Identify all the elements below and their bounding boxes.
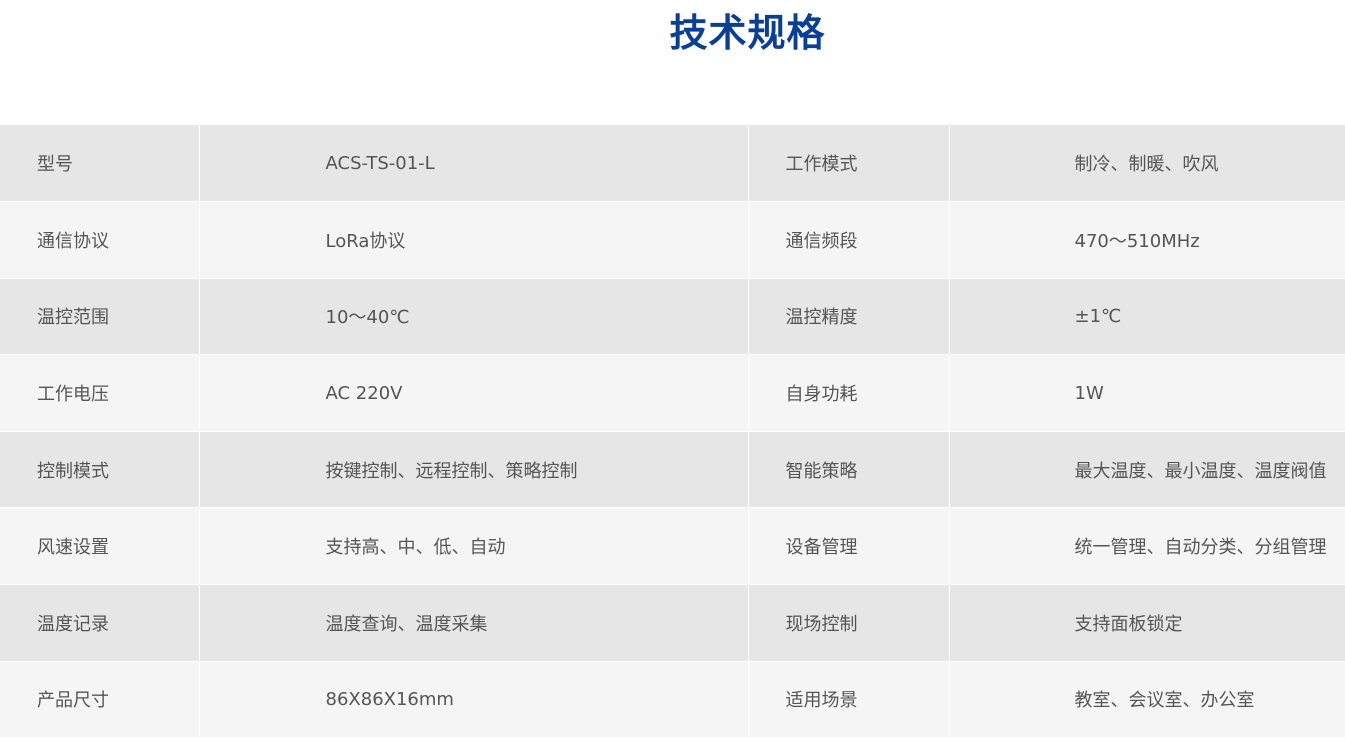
spec-value: 最大温度、最小温度、温度阀值 — [949, 431, 1345, 509]
table-row: 产品尺寸 86X86X16mm 适用场景 教室、会议室、办公室 — [0, 661, 1345, 738]
spec-label: 控制模式 — [0, 431, 200, 509]
spec-label: 温控精度 — [748, 278, 950, 356]
spec-value: 制冷、制暖、吹风 — [949, 125, 1345, 203]
spec-value: ACS-TS-01-L — [199, 125, 749, 203]
spec-value: 支持高、中、低、自动 — [199, 507, 749, 586]
table-row: 控制模式 按键控制、远程控制、策略控制 智能策略 最大温度、最小温度、温度阀值 — [0, 431, 1345, 509]
spec-label: 设备管理 — [748, 507, 950, 586]
spec-label: 产品尺寸 — [0, 661, 200, 738]
spec-label: 风速设置 — [0, 507, 200, 586]
spec-value: LoRa协议 — [199, 201, 749, 279]
page-title: 技术规格 — [669, 11, 826, 55]
table-row: 风速设置 支持高、中、低、自动 设备管理 统一管理、自动分类、分组管理 — [0, 507, 1345, 586]
spec-value: 按键控制、远程控制、策略控制 — [199, 431, 749, 509]
spec-value: 统一管理、自动分类、分组管理 — [949, 507, 1345, 586]
spec-value: AC 220V — [199, 354, 749, 432]
table-row: 工作电压 AC 220V 自身功耗 1W — [0, 354, 1345, 432]
table-row: 温度记录 温度查询、温度采集 现场控制 支持面板锁定 — [0, 584, 1345, 662]
spec-label: 工作电压 — [0, 354, 200, 432]
spec-value: 1W — [949, 354, 1345, 432]
spec-value: 86X86X16mm — [199, 661, 749, 738]
spec-value: 10～40℃ — [199, 278, 749, 356]
spec-label: 温度记录 — [0, 584, 200, 662]
spec-label: 工作模式 — [748, 125, 950, 203]
spec-label: 通信频段 — [748, 201, 950, 279]
table-row: 温控范围 10～40℃ 温控精度 ±1℃ — [0, 278, 1345, 356]
spec-value: 教室、会议室、办公室 — [949, 661, 1345, 738]
spec-label: 现场控制 — [748, 584, 950, 662]
spec-value: 支持面板锁定 — [949, 584, 1345, 662]
spec-value: 470～510MHz — [949, 201, 1345, 279]
spec-label: 自身功耗 — [748, 354, 950, 432]
spec-label: 智能策略 — [748, 431, 950, 509]
spec-label: 通信协议 — [0, 201, 200, 279]
spec-label: 适用场景 — [748, 661, 950, 738]
spec-label: 温控范围 — [0, 278, 200, 356]
table-row: 通信协议 LoRa协议 通信频段 470～510MHz — [0, 201, 1345, 279]
spec-value: 温度查询、温度采集 — [199, 584, 749, 662]
spec-value: ±1℃ — [949, 278, 1345, 356]
spec-table: 型号 ACS-TS-01-L 工作模式 制冷、制暖、吹风 通信协议 LoRa协议… — [0, 125, 1345, 738]
table-row: 型号 ACS-TS-01-L 工作模式 制冷、制暖、吹风 — [0, 125, 1345, 203]
spec-label: 型号 — [0, 125, 200, 203]
